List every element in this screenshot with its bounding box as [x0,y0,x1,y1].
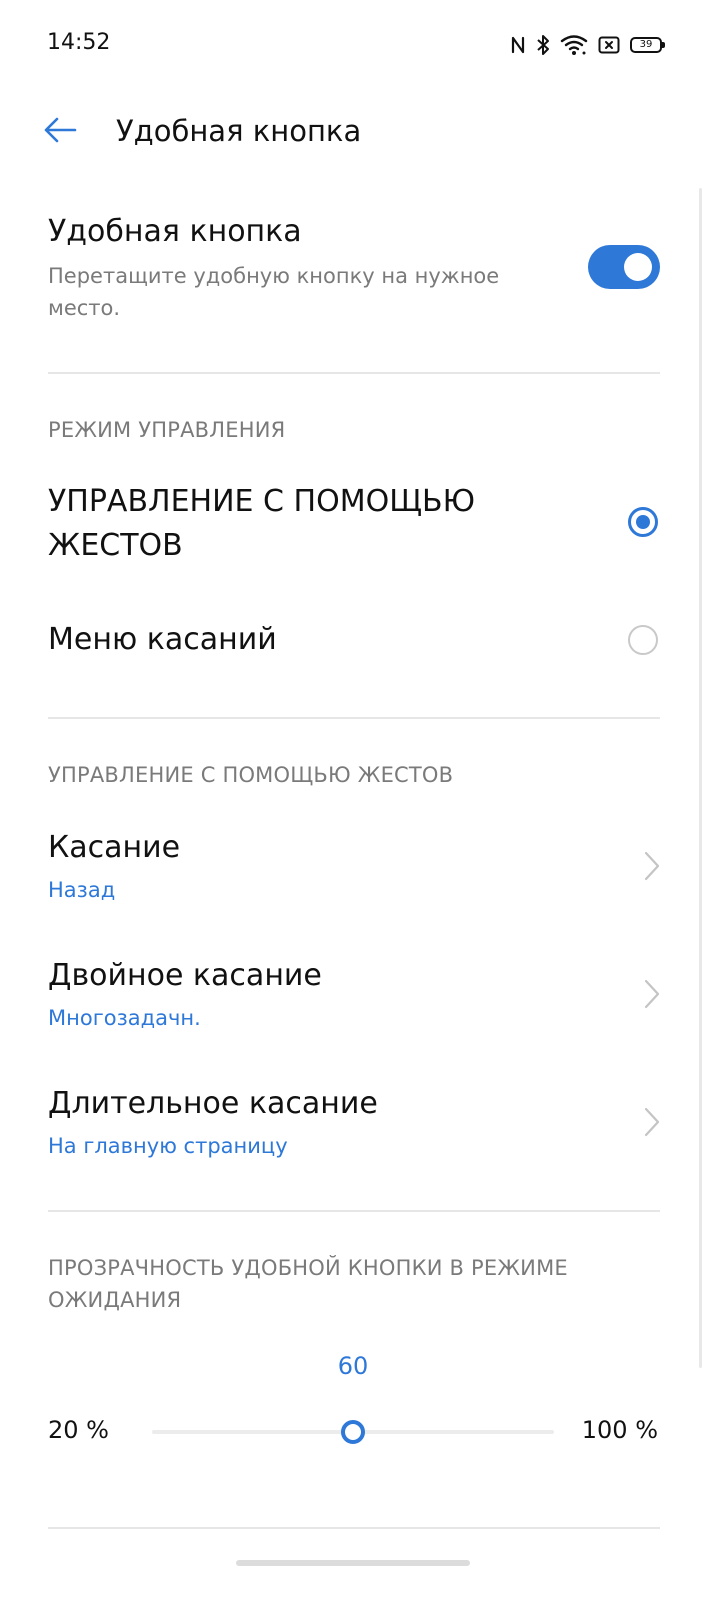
gesture-row-tap[interactable]: Касание Назад [0,826,720,922]
app-bar: Удобная кнопка [0,90,720,174]
page-title: Удобная кнопка [116,114,362,148]
gesture-row-long-press[interactable]: Длительное касание На главную страницу [0,1082,720,1178]
gesture-row-value: На главную страницу [48,1134,288,1158]
radio-option-label: УПРАВЛЕНИЕ С ПОМОЩЬЮ ЖЕСТОВ [48,484,475,563]
chevron-right-icon [644,1107,660,1137]
radio-option-label: Меню касаний [48,622,277,657]
battery-icon: 39 [630,37,665,53]
nfc-icon [510,35,526,55]
switch-knob [624,253,652,281]
transparency-slider[interactable] [152,1420,554,1444]
gesture-row-value: Многозадачн. [48,1006,201,1030]
radio-button-gestures[interactable] [628,507,658,537]
gesture-row-value: Назад [48,878,116,902]
radio-button-touch-menu[interactable] [628,625,658,655]
toggle-row-title: Удобная кнопка [48,214,302,249]
chevron-right-icon [644,979,660,1009]
section-header-gestures: УПРАВЛЕНИЕ С ПОМОЩЬЮ ЖЕСТОВ [48,763,454,787]
toggle-row-subtitle: Перетащите удобную кнопку на нужное мест… [48,264,500,320]
slider-value-label: 60 [337,1352,369,1380]
divider [48,1527,660,1529]
divider [48,372,660,374]
bluetooth-icon [536,34,550,56]
section-header-control-mode: РЕЖИМ УПРАВЛЕНИЯ [48,418,286,442]
slider-max-label: 100 % [581,1416,658,1444]
status-time: 14:52 [47,30,111,55]
chevron-right-icon [644,851,660,881]
gesture-row-title: Двойное касание [48,958,322,993]
section-header-transparency: ПРОЗРАЧНОСТЬ УДОБНОЙ КНОПКИ В РЕЖИМЕ ОЖИ… [48,1256,568,1312]
gesture-row-double-tap[interactable]: Двойное касание Многозадачн. [0,954,720,1050]
slider-thumb[interactable] [341,1420,365,1444]
radio-option-touch-menu[interactable]: Меню касаний [0,612,720,672]
home-indicator[interactable] [236,1560,470,1566]
gesture-row-title: Длительное касание [48,1086,378,1121]
convenience-button-switch[interactable] [588,245,660,289]
back-button[interactable] [36,108,84,156]
divider [48,717,660,719]
scrollbar[interactable] [699,188,702,1368]
radio-option-gestures[interactable]: УПРАВЛЕНИЕ С ПОМОЩЬЮ ЖЕСТОВ [0,478,720,574]
slider-min-label: 20 % [48,1416,109,1444]
divider [48,1210,660,1212]
gesture-row-title: Касание [48,830,181,865]
back-arrow-icon [43,117,77,147]
status-icons: 39 [510,30,665,60]
wifi-icon [560,34,588,56]
status-bar: 14:52 39 [0,0,720,90]
sim-off-icon [598,36,620,54]
